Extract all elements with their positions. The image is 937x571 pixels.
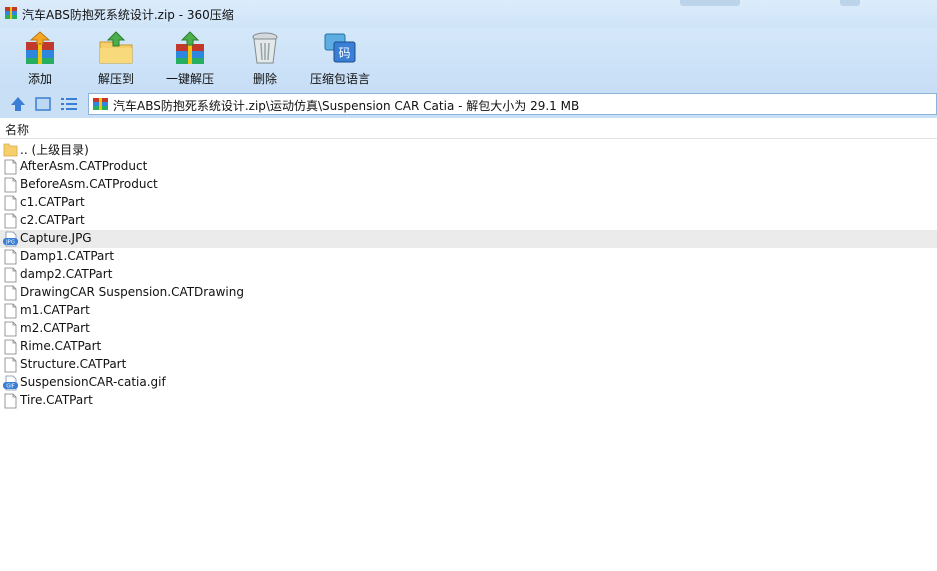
archive-icon bbox=[93, 98, 108, 110]
list-item[interactable]: Tire.CATPart bbox=[0, 392, 937, 410]
delete-button[interactable]: 删除 bbox=[240, 28, 290, 88]
file-icon bbox=[4, 393, 17, 409]
toolbar: 添加 解压到 一键解压 删除 码 压缩包语言 bbox=[0, 28, 937, 90]
list-item[interactable]: m1.CATPart bbox=[0, 302, 937, 320]
up-arrow-icon[interactable] bbox=[9, 95, 27, 113]
archive-language-label: 压缩包语言 bbox=[309, 72, 370, 86]
file-name: .. (上级目录) bbox=[20, 143, 89, 157]
file-icon bbox=[4, 177, 17, 193]
file-icon bbox=[4, 357, 17, 373]
list-item[interactable]: Rime.CATPart bbox=[0, 338, 937, 356]
window-title: 汽车ABS防抱死系统设计.zip - 360压缩 bbox=[22, 8, 234, 22]
file-type-badge: JPG bbox=[5, 240, 15, 246]
name-column-label: 名称 bbox=[5, 123, 30, 137]
file-list: .. (上级目录) AfterAsm.CATProduct BeforeAsm.CA… bbox=[0, 140, 937, 410]
language-glyph: 码 bbox=[338, 46, 350, 60]
file-name: AfterAsm.CATProduct bbox=[20, 159, 148, 173]
address-path: 汽车ABS防抱死系统设计.zip\运动仿真\Suspension CAR Cat… bbox=[113, 99, 580, 113]
view-list-icon[interactable] bbox=[60, 95, 78, 113]
add-button[interactable]: 添加 bbox=[14, 28, 66, 88]
one-click-extract-button[interactable]: 一键解压 bbox=[162, 28, 218, 88]
extract-to-label: 解压到 bbox=[97, 72, 134, 86]
list-item[interactable]: Damp1.CATPart bbox=[0, 248, 937, 266]
file-name: m2.CATPart bbox=[20, 321, 90, 335]
list-item[interactable]: AfterAsm.CATProduct bbox=[0, 158, 937, 176]
file-icon bbox=[4, 285, 17, 301]
list-item[interactable]: c2.CATPart bbox=[0, 212, 937, 230]
file-icon bbox=[4, 213, 17, 229]
file-name: damp2.CATPart bbox=[20, 267, 113, 281]
trash-can-icon bbox=[252, 32, 278, 64]
file-icon bbox=[4, 195, 17, 211]
file-name: Capture.JPG bbox=[20, 231, 92, 245]
list-item[interactable]: GIF SuspensionCAR-catia.gif bbox=[0, 374, 937, 392]
titlebar-control-hint bbox=[680, 0, 740, 6]
extract-folder-icon bbox=[99, 31, 133, 64]
file-icon bbox=[4, 339, 17, 355]
file-name: m1.CATPart bbox=[20, 303, 90, 317]
folder-icon bbox=[3, 143, 18, 157]
view-thumbnail-icon[interactable] bbox=[34, 95, 52, 113]
file-icon bbox=[4, 267, 17, 283]
file-name: Damp1.CATPart bbox=[20, 249, 115, 263]
one-click-extract-icon bbox=[176, 31, 204, 64]
file-name: DrawingCAR Suspension.CATDrawing bbox=[20, 285, 244, 299]
add-label: 添加 bbox=[27, 72, 52, 86]
list-item[interactable]: .. (上级目录) bbox=[0, 140, 937, 158]
titlebar-control-hint bbox=[840, 0, 860, 6]
title-bar: 汽车ABS防抱死系统设计.zip - 360压缩 bbox=[0, 0, 937, 28]
file-name: Rime.CATPart bbox=[20, 339, 102, 353]
archive-language-button[interactable]: 码 压缩包语言 bbox=[306, 28, 374, 88]
file-icon bbox=[4, 321, 17, 337]
extract-to-button[interactable]: 解压到 bbox=[90, 28, 142, 88]
file-name: Tire.CATPart bbox=[20, 393, 93, 407]
file-name: BeforeAsm.CATProduct bbox=[20, 177, 158, 191]
archive-language-icon: 码 bbox=[324, 33, 356, 63]
file-icon bbox=[4, 249, 17, 265]
list-item[interactable]: JPG Capture.JPG bbox=[0, 230, 937, 248]
file-name: c1.CATPart bbox=[20, 195, 85, 209]
list-item[interactable]: Structure.CATPart bbox=[0, 356, 937, 374]
address-field[interactable]: 汽车ABS防抱死系统设计.zip\运动仿真\Suspension CAR Cat… bbox=[88, 93, 937, 115]
delete-label: 删除 bbox=[252, 72, 277, 86]
winrar-archive-icon bbox=[5, 7, 17, 19]
file-name: Structure.CATPart bbox=[20, 357, 127, 371]
column-header[interactable]: 名称 bbox=[0, 118, 937, 139]
add-books-icon bbox=[26, 31, 54, 64]
list-item[interactable]: BeforeAsm.CATProduct bbox=[0, 176, 937, 194]
list-item[interactable]: damp2.CATPart bbox=[0, 266, 937, 284]
file-icon bbox=[4, 159, 17, 175]
address-bar-row: 汽车ABS防抱死系统设计.zip\运动仿真\Suspension CAR Cat… bbox=[0, 90, 937, 118]
gif-image-icon: GIF bbox=[3, 375, 18, 391]
list-item[interactable]: c1.CATPart bbox=[0, 194, 937, 212]
file-name: SuspensionCAR-catia.gif bbox=[20, 375, 166, 389]
file-name: c2.CATPart bbox=[20, 213, 85, 227]
file-icon bbox=[4, 303, 17, 319]
list-item[interactable]: m2.CATPart bbox=[0, 320, 937, 338]
one-click-extract-label: 一键解压 bbox=[165, 72, 214, 86]
jpg-image-icon: JPG bbox=[3, 231, 18, 247]
list-item[interactable]: DrawingCAR Suspension.CATDrawing bbox=[0, 284, 937, 302]
file-type-badge: GIF bbox=[6, 384, 15, 390]
